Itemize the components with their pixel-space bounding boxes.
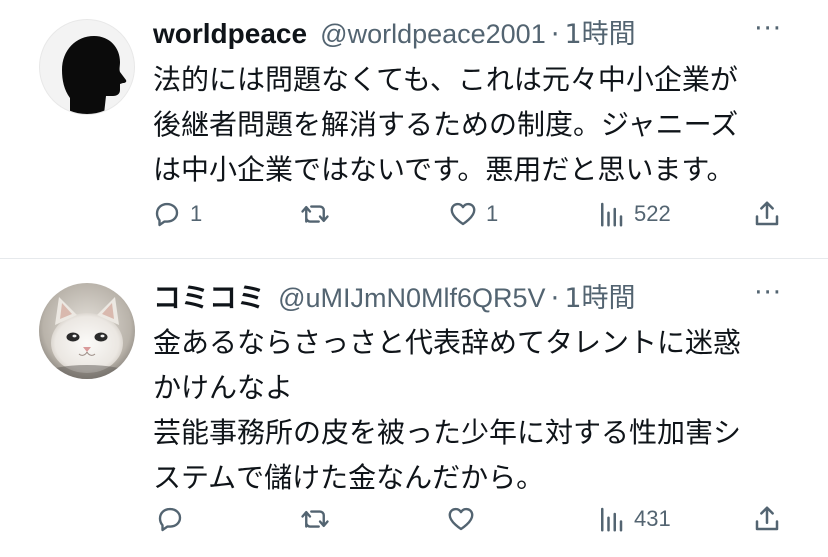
more-options-icon[interactable]: ··· — [754, 278, 782, 308]
tweet-header: worldpeace @worldpeace2001 · 1時間 — [153, 17, 636, 51]
share-icon — [755, 506, 779, 531]
retweet-button[interactable] — [300, 499, 330, 539]
retweet-icon — [301, 510, 329, 528]
author-name[interactable]: コミコミ — [153, 282, 265, 313]
like-button[interactable] — [446, 499, 484, 539]
reply-icon — [155, 202, 179, 227]
white-cat-avatar-icon — [39, 283, 135, 379]
retweet-button[interactable] — [300, 194, 330, 234]
tweet-text-line: 後継者問題を解消するための制度。ジャニーズ — [153, 108, 739, 141]
share-button[interactable] — [752, 499, 782, 539]
tweet-actions: 1 1 522 — [0, 194, 828, 234]
tweet-actions: 431 — [0, 499, 828, 539]
author-handle[interactable]: @uMIJmN0Mlf6QR5V — [278, 283, 545, 313]
separator-dot: · — [550, 283, 560, 314]
post-time[interactable]: 1時間 — [565, 19, 636, 50]
author-name[interactable]: worldpeace — [153, 18, 307, 49]
reply-button[interactable]: 1 — [152, 194, 202, 234]
reply-icon — [158, 507, 182, 532]
tweet-1[interactable]: worldpeace @worldpeace2001 · 1時間 ··· 法的に… — [0, 0, 828, 258]
heart-icon — [450, 202, 476, 226]
avatar[interactable] — [39, 283, 135, 379]
silhouette-head-icon — [62, 36, 127, 114]
tweet-text-line: は中小企業ではないです。悪用だと思います。 — [153, 153, 735, 186]
views-bar-chart-icon — [601, 507, 623, 532]
view-count: 431 — [634, 506, 671, 531]
more-options-icon[interactable]: ··· — [754, 14, 782, 44]
heart-icon — [448, 507, 474, 531]
like-button[interactable]: 1 — [448, 194, 498, 234]
views-button[interactable]: 522 — [596, 194, 671, 234]
tweet-text-line: ステムで儲けた金なんだから。 — [153, 461, 545, 494]
reply-count: 1 — [190, 201, 203, 226]
tweet-text-line: 金あるならさっさと代表辞めてタレントに迷惑 — [153, 326, 742, 359]
author-handle[interactable]: @worldpeace2001 — [320, 19, 546, 49]
tweet-text-line: 芸能事務所の皮を被った少年に対する性加害シ — [153, 416, 742, 449]
tweet-text: 法的には問題なくても、これは元々中小企業が 後継者問題を解消するための制度。ジャ… — [153, 57, 793, 192]
views-bar-chart-icon — [601, 202, 623, 227]
reply-button[interactable] — [155, 499, 193, 539]
share-button[interactable] — [752, 194, 782, 234]
view-count: 522 — [634, 201, 671, 226]
share-icon — [755, 201, 779, 226]
retweet-icon — [301, 205, 329, 223]
avatar[interactable] — [39, 19, 135, 115]
post-time[interactable]: 1時間 — [564, 283, 635, 314]
views-button[interactable]: 431 — [596, 499, 671, 539]
tweet-2[interactable]: コミコミ @uMIJmN0Mlf6QR5V · 1時間 ··· 金あるならさっさ… — [0, 259, 828, 557]
tweet-text-line: 法的には問題なくても、これは元々中小企業が — [153, 63, 738, 96]
tweet-text-line: かけんなよ — [153, 371, 294, 404]
separator-dot: · — [550, 19, 560, 50]
tweet-text: 金あるならさっさと代表辞めてタレントに迷惑 かけんなよ 芸能事務所の皮を被った少… — [153, 320, 793, 500]
tweet-header: コミコミ @uMIJmN0Mlf6QR5V · 1時間 — [153, 281, 636, 315]
like-count: 1 — [486, 201, 499, 226]
